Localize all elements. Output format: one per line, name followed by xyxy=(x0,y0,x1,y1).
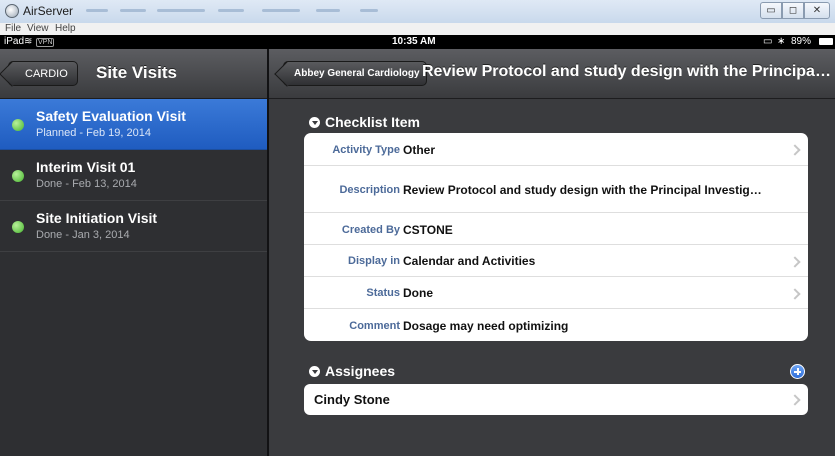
field-value: Review Protocol and study design with th… xyxy=(403,183,762,197)
back-button-abbey[interactable]: Abbey General Cardiology xyxy=(283,61,427,86)
field-label: Description xyxy=(339,184,400,196)
visit-subtitle: Done - Feb 13, 2014 xyxy=(36,178,137,190)
field-row-description: Description Review Protocol and study de… xyxy=(304,166,808,213)
section-heading: Checklist Item xyxy=(325,114,420,130)
field-value: CSTONE xyxy=(403,223,453,237)
background-tab xyxy=(360,9,378,12)
background-tab xyxy=(316,9,340,12)
field-row-activity-type[interactable]: Activity Type Other xyxy=(304,133,808,166)
wifi-icon: ≋ xyxy=(24,36,33,47)
chevron-right-icon xyxy=(789,288,801,300)
background-tab xyxy=(86,9,108,12)
menu-help[interactable]: Help xyxy=(55,23,76,35)
field-label: Comment xyxy=(349,320,400,332)
disclosure-down-icon xyxy=(309,117,320,128)
chevron-right-icon xyxy=(789,144,801,156)
field-label: Activity Type xyxy=(332,144,400,156)
assignees-section-header[interactable]: Assignees xyxy=(309,363,395,379)
detail-content: Checklist Item Activity Type Other Descr… xyxy=(269,99,835,456)
visit-subtitle: Done - Jan 3, 2014 xyxy=(36,229,130,241)
background-tab xyxy=(120,9,146,12)
background-tab xyxy=(157,9,205,12)
checklist-card: Activity Type Other Description Review P… xyxy=(304,133,808,341)
field-row-status[interactable]: Status Done xyxy=(304,277,808,309)
background-tab xyxy=(262,9,300,12)
field-row-display-in[interactable]: Display in Calendar and Activities xyxy=(304,245,808,277)
detail-title: Review Protocol and study design with th… xyxy=(422,63,831,80)
visit-title: Safety Evaluation Visit xyxy=(36,108,186,124)
field-row-created-by: Created By CSTONE xyxy=(304,213,808,245)
menu-file[interactable]: File xyxy=(5,23,21,35)
section-heading: Assignees xyxy=(325,363,396,379)
field-label: Display in xyxy=(348,255,400,267)
airserver-icon xyxy=(5,4,19,18)
checklist-section-header[interactable]: Checklist Item xyxy=(309,114,420,130)
menu-bar: File View Help xyxy=(0,23,835,35)
visit-row[interactable]: Interim Visit 01 Done - Feb 13, 2014 xyxy=(0,150,267,201)
disclosure-down-icon xyxy=(309,366,320,377)
ios-status-bar: iPad ≋ VPN 10:35 AM ▭ ∗ 89% xyxy=(0,35,835,49)
menu-view[interactable]: View xyxy=(27,23,49,35)
minimize-button[interactable]: ▭ xyxy=(760,2,782,19)
back-button-label: CARDIO xyxy=(25,68,68,80)
site-visit-list: Safety Evaluation Visit Planned - Feb 19… xyxy=(0,99,267,456)
status-dot-icon xyxy=(12,119,24,131)
back-button-cardio[interactable]: CARDIO xyxy=(8,61,78,86)
field-value: Dosage may need optimizing xyxy=(403,319,569,333)
maximize-button[interactable]: ◻ xyxy=(782,2,804,19)
master-title: Site Visits xyxy=(96,63,177,82)
chevron-right-icon xyxy=(789,394,801,406)
visit-title: Interim Visit 01 xyxy=(36,159,136,175)
window-titlebar: AirServer ▭ ◻ ✕ xyxy=(0,0,835,24)
field-value: Calendar and Activities xyxy=(403,254,536,268)
detail-nav-bar: Abbey General Cardiology Review Protocol… xyxy=(269,49,835,99)
visit-row[interactable]: Site Initiation Visit Done - Jan 3, 2014 xyxy=(0,201,267,252)
visit-title: Site Initiation Visit xyxy=(36,210,158,226)
field-value: Done xyxy=(403,286,433,300)
device-label: iPad xyxy=(4,36,25,47)
assignee-name: Cindy Stone xyxy=(314,392,390,407)
battery-icon xyxy=(819,38,833,45)
field-label: Status xyxy=(366,287,400,299)
back-button-label: Abbey General Cardiology xyxy=(294,68,420,79)
visit-subtitle: Planned - Feb 19, 2014 xyxy=(36,127,151,139)
background-tab xyxy=(218,9,244,12)
field-label: Created By xyxy=(341,224,400,236)
chevron-right-icon xyxy=(789,256,801,268)
master-nav-bar: CARDIO Site Visits xyxy=(0,49,267,99)
field-row-comment: Comment Dosage may need optimizing xyxy=(304,309,808,341)
visit-row[interactable]: Safety Evaluation Visit Planned - Feb 19… xyxy=(0,99,267,150)
status-dot-icon xyxy=(12,221,24,233)
bluetooth-icon: ∗ xyxy=(777,36,786,47)
status-dot-icon xyxy=(12,170,24,182)
close-button[interactable]: ✕ xyxy=(804,2,830,19)
battery-percent: 89% xyxy=(791,36,812,47)
window-title: AirServer xyxy=(23,4,74,18)
airplay-icon: ▭ xyxy=(763,36,773,47)
add-assignee-plus-icon[interactable] xyxy=(790,364,805,379)
assignee-row[interactable]: Cindy Stone xyxy=(304,384,808,415)
field-value: Other xyxy=(403,143,436,157)
status-time: 10:35 AM xyxy=(392,36,436,47)
vpn-badge: VPN xyxy=(36,38,55,47)
